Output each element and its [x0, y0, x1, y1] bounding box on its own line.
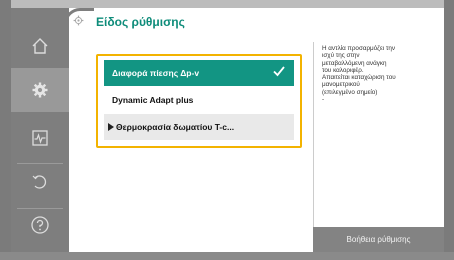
- help-text: Η αντλία προσαρμόζει την ισχύ της στην μ…: [322, 45, 396, 104]
- list-item-room-temperature[interactable]: Θερμοκρασία δωματίου T-c...: [104, 114, 294, 140]
- sidebar-item-settings[interactable]: [11, 68, 69, 112]
- display-bezel-left: [0, 0, 11, 260]
- page-title: Είδος ρύθμισης: [96, 15, 185, 29]
- home-icon: [32, 38, 48, 54]
- sidebar-item-undo[interactable]: [11, 158, 69, 206]
- list-item-label: Διαφορά πίεσης Δp-v: [112, 68, 200, 78]
- sidebar-item-home[interactable]: [11, 22, 69, 70]
- check-icon: [273, 66, 285, 77]
- display-bezel-top: [0, 0, 454, 8]
- list-item-label: Θερμοκρασία δωματίου T-c...: [116, 122, 235, 132]
- sidebar-item-help[interactable]: [11, 201, 69, 249]
- undo-icon: [32, 175, 47, 189]
- help-icon: [31, 216, 49, 234]
- setting-help-label: Βοήθεια ρύθμισης: [346, 235, 411, 244]
- gear-icon: [73, 15, 84, 26]
- list-item-delta-p-v[interactable]: Διαφορά πίεσης Δp-v: [104, 60, 294, 86]
- control-mode-list: Διαφορά πίεσης Δp-v Dynamic Adapt plus Θ…: [96, 54, 302, 148]
- display-bezel-bottom: [0, 252, 454, 260]
- triangle-right-icon: [108, 123, 114, 131]
- sidebar-nav: [11, 8, 69, 252]
- header-gear-icon: [73, 13, 84, 31]
- pump-display: Είδος ρύθμισης Διαφορά πίεσης Δp-v Dynam…: [0, 0, 454, 260]
- help-panel-divider: [313, 42, 314, 230]
- diagnostics-icon: [32, 130, 48, 146]
- list-item-dynamic-adapt-plus[interactable]: Dynamic Adapt plus: [104, 87, 294, 113]
- setting-help-button[interactable]: Βοήθεια ρύθμισης: [313, 227, 444, 252]
- sidebar-item-diagnostics[interactable]: [11, 114, 69, 162]
- display-bezel-right: [444, 0, 454, 260]
- gear-icon: [32, 82, 48, 98]
- list-item-label: Dynamic Adapt plus: [112, 95, 194, 105]
